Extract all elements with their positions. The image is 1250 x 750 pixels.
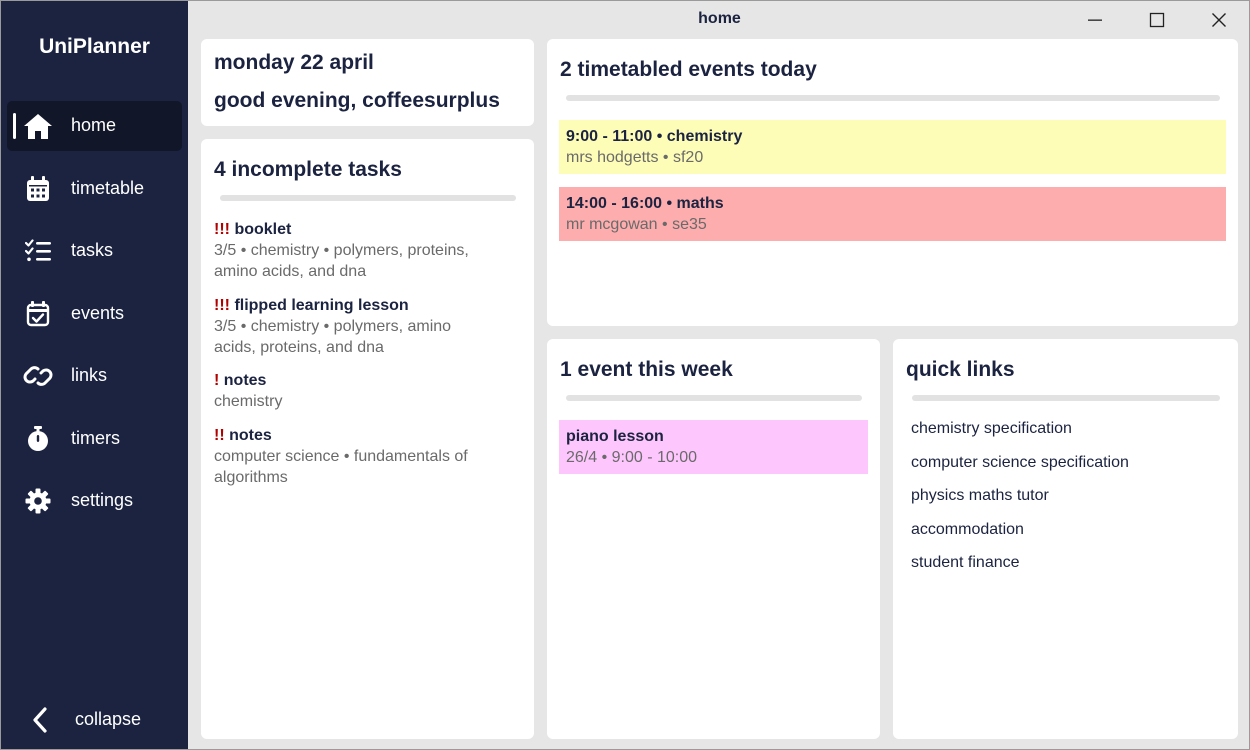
app-title: UniPlanner <box>39 35 150 58</box>
event-title: piano lesson <box>566 428 664 445</box>
week-events-card: 1 event this week piano lesson 26/4 • 9:… <box>547 339 880 739</box>
sidebar-item-label: settings <box>71 490 134 510</box>
sidebar-item-label: home <box>71 115 117 135</box>
maximize-icon <box>1149 12 1165 27</box>
home-icon <box>23 111 53 141</box>
quick-link[interactable]: computer science specification <box>911 454 1129 472</box>
quick-link[interactable]: physics maths tutor <box>911 487 1049 505</box>
tasks-heading: 4 incomplete tasks <box>214 158 402 181</box>
greeting-card: monday 22 april good evening, coffeesurp… <box>201 39 534 126</box>
event-detail: mrs hodgetts • sf20 <box>566 149 704 166</box>
quick-links-heading: quick links <box>906 358 1015 381</box>
sidebar-item-label: events <box>71 303 125 323</box>
sidebar-item-label: links <box>71 365 108 385</box>
title-bar: home <box>188 1 1249 38</box>
task-detail: amino acids, and dna <box>214 263 367 280</box>
week-heading: 1 event this week <box>560 358 733 381</box>
priority-marker: !!! <box>214 221 230 238</box>
calendar-check-icon <box>23 299 53 329</box>
sidebar-item-label: timers <box>71 428 120 448</box>
sidebar-item-label: tasks <box>71 240 114 260</box>
quick-links-card: quick links chemistry specification comp… <box>893 339 1238 739</box>
task-detail: acids, proteins, and dna <box>214 339 384 356</box>
task-title: notes <box>229 427 272 444</box>
task-detail: computer science • fundamentals of <box>214 448 468 465</box>
task-detail: algorithms <box>214 469 288 486</box>
quick-link[interactable]: student finance <box>911 554 1020 572</box>
task-title: booklet <box>234 221 292 238</box>
quick-link[interactable]: accommodation <box>911 521 1024 539</box>
event-piano-lesson[interactable]: piano lesson 26/4 • 9:00 - 10:00 <box>559 420 868 474</box>
event-title: 9:00 - 11:00 • chemistry <box>566 128 743 145</box>
sidebar-item-timers[interactable]: timers <box>7 414 182 464</box>
task-detail: chemistry <box>214 393 283 410</box>
sidebar-item-home[interactable]: home <box>7 101 182 151</box>
task-detail: 3/5 • chemistry • polymers, amino <box>214 318 452 335</box>
task-item[interactable]: !!! booklet 3/5 • chemistry • polymers, … <box>214 219 524 282</box>
greeting-message: good evening, coffeesurplus <box>214 89 500 112</box>
sidebar-item-settings[interactable]: settings <box>7 476 182 526</box>
checklist-icon <box>23 236 53 266</box>
sidebar-item-tasks[interactable]: tasks <box>7 226 182 276</box>
quick-link[interactable]: chemistry specification <box>911 420 1072 438</box>
priority-marker: ! <box>214 372 220 389</box>
task-title: flipped learning lesson <box>234 297 409 314</box>
collapse-button[interactable]: collapse <box>7 695 182 745</box>
sidebar-item-events[interactable]: events <box>7 289 182 339</box>
divider <box>566 395 862 401</box>
stopwatch-icon <box>23 424 53 454</box>
close-icon <box>1212 12 1226 27</box>
priority-marker: !!! <box>214 297 230 314</box>
minimize-button[interactable] <box>1064 1 1126 38</box>
maximize-button[interactable] <box>1126 1 1188 38</box>
divider <box>220 195 516 201</box>
event-detail: mr mcgowan • se35 <box>566 216 707 233</box>
date-heading: monday 22 april <box>214 51 374 74</box>
event-chemistry[interactable]: 9:00 - 11:00 • chemistry mrs hodgetts • … <box>559 120 1226 174</box>
task-detail: 3/5 • chemistry • polymers, proteins, <box>214 242 469 259</box>
divider <box>912 395 1220 401</box>
sidebar: UniPlanner home timetable tasks events l… <box>1 1 188 749</box>
minimize-icon <box>1088 19 1102 21</box>
task-item[interactable]: !!! flipped learning lesson 3/5 • chemis… <box>214 295 524 358</box>
priority-marker: !! <box>214 427 225 444</box>
collapse-label: collapse <box>75 709 142 729</box>
event-detail: 26/4 • 9:00 - 10:00 <box>566 449 698 466</box>
gear-icon <box>23 486 53 516</box>
event-title: 14:00 - 16:00 • maths <box>566 195 724 212</box>
tasks-card: 4 incomplete tasks !!! booklet 3/5 • che… <box>201 139 534 739</box>
task-item[interactable]: ! notes chemistry <box>214 370 524 412</box>
divider <box>566 95 1220 101</box>
sidebar-item-links[interactable]: links <box>7 351 182 401</box>
sidebar-item-timetable[interactable]: timetable <box>7 164 182 214</box>
event-maths[interactable]: 14:00 - 16:00 • maths mr mcgowan • se35 <box>559 187 1226 241</box>
chevron-left-icon <box>25 705 55 735</box>
task-title: notes <box>223 372 267 389</box>
sidebar-item-label: timetable <box>71 178 145 198</box>
today-heading: 2 timetabled events today <box>560 58 817 81</box>
active-indicator <box>13 113 16 139</box>
link-icon <box>23 361 53 391</box>
today-events-card: 2 timetabled events today 9:00 - 11:00 •… <box>547 39 1238 326</box>
close-button[interactable] <box>1188 1 1249 38</box>
calendar-grid-icon <box>23 174 53 204</box>
task-item[interactable]: !! notes computer science • fundamentals… <box>214 425 524 488</box>
app-window: UniPlanner home timetable tasks events l… <box>0 0 1250 750</box>
